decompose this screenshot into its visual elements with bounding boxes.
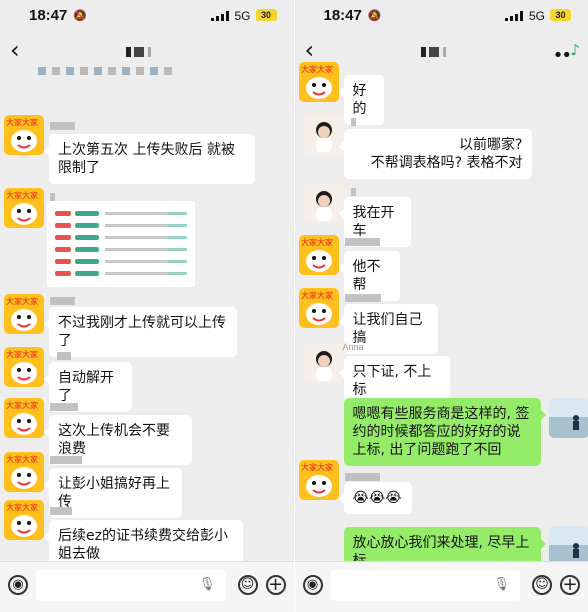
battery-badge: 30 — [255, 9, 277, 21]
redacted-sender-name — [344, 238, 380, 246]
plus-icon[interactable]: + — [265, 575, 286, 595]
two-phone-chat-screenshots: 18:47 🔕 5G 30 ‹ 大家大家 上次第五次 上传失败后 就被限制了 大… — [0, 0, 588, 612]
svg-text:大家大家: 大家大家 — [6, 190, 38, 200]
cartoon-avatar[interactable]: 大家大家 — [4, 398, 44, 438]
image-message[interactable] — [47, 201, 195, 287]
mute-bell-icon: 🔕 — [367, 9, 382, 22]
chat-header: ‹ •• ♪ — [295, 34, 588, 68]
svg-text:大家大家: 大家大家 — [301, 290, 333, 300]
cartoon-avatar[interactable]: 大家大家 — [4, 188, 44, 228]
emoji-icon[interactable]: ☺ — [237, 575, 258, 595]
microphone-icon[interactable]: 🎙 — [493, 577, 510, 592]
svg-text:大家大家: 大家大家 — [6, 454, 38, 464]
redacted-sender-name — [50, 403, 78, 411]
voice-input-icon[interactable]: ◉ — [8, 575, 28, 595]
redacted-sender-name — [344, 294, 381, 302]
status-time: 18:47 — [29, 7, 68, 24]
message-bubble[interactable]: 不过我刚才上传就可以上传了 — [44, 307, 237, 357]
message-input-bar: ◉ 🎙 ☺ + — [0, 561, 294, 612]
left-chat-screen: 18:47 🔕 5G 30 ‹ 大家大家 上次第五次 上传失败后 就被限制了 大… — [0, 0, 294, 612]
redacted-sender-name — [50, 122, 75, 130]
message-input-bar: ◉ 🎙 ☺ + — [294, 561, 588, 612]
redacted-timestamp — [38, 67, 172, 75]
cartoon-avatar[interactable]: 大家大家 — [4, 347, 44, 387]
status-bar: 18:47 🔕 5G 30 — [0, 0, 294, 32]
redacted-sender-name — [50, 297, 75, 305]
mute-bell-icon: 🔕 — [73, 9, 87, 22]
cartoon-avatar[interactable]: 大家大家 — [4, 452, 44, 492]
message-input[interactable]: 🎙 — [36, 570, 226, 601]
back-icon[interactable]: ‹ — [10, 37, 20, 63]
network-label: 5G — [528, 9, 545, 23]
message-bubble[interactable]: 上次第五次 上传失败后 就被限制了 — [44, 134, 255, 184]
status-time: 18:47 — [323, 7, 362, 24]
music-note-icon[interactable]: ♪ — [570, 41, 580, 59]
redacted-sender-name — [350, 188, 356, 196]
outgoing-message-bubble[interactable]: 嗯嗯有些服务商是这样的, 签约的时候都答应的好好的说上标, 出了问题跑了不回 — [343, 398, 546, 466]
cartoon-avatar[interactable]: 大家大家 — [4, 500, 44, 540]
voice-input-icon[interactable]: ◉ — [302, 575, 323, 595]
plus-icon[interactable]: + — [560, 575, 580, 595]
svg-text:大家大家: 大家大家 — [6, 400, 38, 410]
message-bubble[interactable]: 以前哪家? 不帮调表格吗? 表格不对 — [338, 129, 532, 179]
cartoon-avatar[interactable]: 大家大家 — [4, 294, 44, 334]
redacted-sender-name — [50, 456, 82, 464]
cartoon-avatar[interactable]: 大家大家 — [298, 62, 339, 102]
svg-text:大家大家: 大家大家 — [6, 502, 38, 512]
microphone-icon[interactable]: 🎙 — [199, 577, 216, 592]
redacted-sender-name — [344, 473, 380, 481]
cartoon-avatar[interactable]: 大家大家 — [298, 235, 339, 275]
redacted-sender-name — [350, 118, 356, 126]
redacted-sender-name — [57, 352, 71, 360]
signal-icon — [505, 11, 523, 21]
status-bar: 18:47 🔕 5G 30 — [295, 0, 588, 32]
self-avatar[interactable] — [548, 526, 588, 566]
cartoon-avatar[interactable]: 大家大家 — [298, 288, 339, 328]
sender-name-anna: Anna — [342, 342, 364, 352]
network-label: 5G — [234, 9, 251, 23]
emoji-icon[interactable]: ☺ — [532, 575, 552, 595]
chat-header: ‹ — [0, 34, 294, 68]
message-bubble[interactable]: 😭😭😭 — [338, 482, 412, 514]
message-input[interactable]: 🎙 — [330, 570, 520, 601]
svg-text:大家大家: 大家大家 — [6, 117, 38, 127]
cartoon-avatar[interactable]: 大家大家 — [298, 460, 339, 500]
svg-text:大家大家: 大家大家 — [6, 296, 38, 306]
cartoon-avatar[interactable]: 大家大家 — [4, 115, 44, 155]
svg-text:大家大家: 大家大家 — [301, 237, 333, 247]
back-icon[interactable]: ‹ — [305, 37, 315, 63]
battery-badge: 30 — [550, 9, 571, 21]
more-menu-icon[interactable]: •• — [553, 45, 572, 66]
svg-text:大家大家: 大家大家 — [301, 462, 333, 472]
redacted-sender-name — [50, 507, 72, 515]
redacted-sender-name — [50, 193, 55, 201]
svg-text:大家大家: 大家大家 — [6, 349, 38, 359]
signal-icon — [210, 11, 229, 21]
chat-title-redacted — [420, 47, 455, 57]
message-bubble[interactable]: 好的 — [338, 75, 384, 125]
self-avatar[interactable] — [548, 398, 588, 438]
svg-text:大家大家: 大家大家 — [301, 64, 333, 74]
chat-title-redacted — [126, 47, 160, 57]
right-chat-screen: 18:47 🔕 5G 30 ‹ •• ♪ 大家大家 好的 以前哪家? 不帮调表格… — [293, 0, 588, 612]
